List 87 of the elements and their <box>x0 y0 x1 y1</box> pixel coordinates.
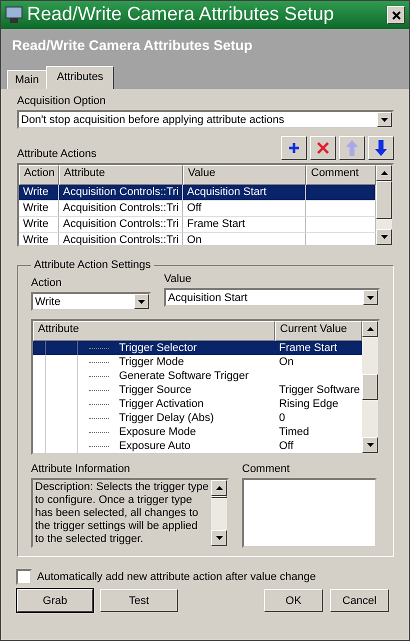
field-label: Action <box>31 277 63 289</box>
toolbar-button[interactable] <box>281 136 307 160</box>
tree-row[interactable]: Generate Software Trigger <box>33 369 362 383</box>
table-row[interactable]: Write Acquisition Controls::Tri Frame Start <box>19 217 376 233</box>
table-cell: Write <box>23 186 48 198</box>
tree-item-value: Timed <box>279 426 310 438</box>
dialog-button[interactable]: OK <box>264 589 323 612</box>
dialog-button[interactable]: Grab <box>17 589 93 612</box>
tree-row[interactable]: Trigger Activation Rising Edge <box>33 397 362 411</box>
dialog-button[interactable]: Test <box>100 589 178 612</box>
tree-item-value: Off <box>279 440 294 452</box>
tree-item-label: Trigger Source <box>119 383 192 397</box>
tree-item-label: Exposure Mode <box>119 425 196 439</box>
action-dropdown[interactable]: Write <box>31 292 151 311</box>
table-row[interactable]: Write Acquisition Controls::Tri Acquisition Start <box>19 185 376 201</box>
tree-row[interactable]: Trigger Source Trigger Software <box>33 383 362 397</box>
caret-icon <box>367 296 374 300</box>
caret-icon <box>138 300 145 304</box>
table-cell: Write <box>23 234 48 245</box>
caret-icon <box>366 327 374 331</box>
close-button[interactable] <box>387 6 405 24</box>
tree-row[interactable]: Exposure Mode Timed <box>33 425 362 439</box>
tree-item-value: 0 <box>279 412 286 424</box>
header-title: Read/Write Camera Attributes Setup <box>12 37 254 53</box>
scrollbar[interactable] <box>362 321 378 453</box>
table-cell: Write <box>23 218 48 230</box>
auto-add-checkbox[interactable]: Automatically add new attribute action after value change <box>16 569 394 585</box>
table-cell: Acquisition Start <box>187 186 266 198</box>
tree-row[interactable]: Trigger Mode On <box>33 355 362 369</box>
table-cell: Write <box>23 202 48 214</box>
arrow-up-icon <box>346 140 358 156</box>
tree-item-value: Trigger Software <box>279 384 360 396</box>
column-header[interactable]: Attribute <box>33 321 275 341</box>
delete-icon <box>316 141 330 155</box>
table-row[interactable]: Write Acquisition Controls::Tri Off <box>19 201 376 217</box>
column-header[interactable]: Attribute <box>59 165 183 185</box>
caret-icon <box>216 486 222 490</box>
tree-row[interactable]: Trigger Selector Frame Start <box>33 341 362 355</box>
tree-item-value: Frame Start <box>279 342 338 354</box>
field-label: Comment <box>242 463 291 475</box>
acquisition-option-dropdown[interactable]: Don't stop acquisition before applying attribute actions <box>17 110 394 129</box>
caret-icon <box>216 536 222 540</box>
tree-item-label: Generate Software Trigger <box>119 369 249 383</box>
table-cell: Off <box>187 202 202 214</box>
section-label: Attribute Actions <box>17 148 96 160</box>
plus-icon <box>288 142 300 154</box>
table-cell: Acquisition Controls::Tri <box>63 218 179 230</box>
tree-item-value: On <box>279 356 294 368</box>
toolbar-button[interactable] <box>368 136 394 160</box>
toolbar-button[interactable] <box>310 136 336 160</box>
caret-icon <box>380 171 388 175</box>
checkbox-label: Automatically add new attribute action after value change <box>37 571 316 583</box>
tree-item-label: Trigger Mode <box>119 355 184 369</box>
group-title: Attribute Action Settings <box>33 259 152 271</box>
scrollbar[interactable] <box>376 165 392 245</box>
column-header[interactable]: Current Value <box>275 321 362 341</box>
dialog-button[interactable]: Cancel <box>330 589 389 612</box>
tree-item-label: Exposure Auto <box>119 439 191 453</box>
tree-row[interactable]: Exposure Auto Off <box>33 439 362 453</box>
tree-item-label: Trigger Delay (Abs) <box>119 411 214 425</box>
comment-field[interactable] <box>242 478 377 548</box>
field-label: Acquisition Option <box>17 95 107 107</box>
tab[interactable]: Attributes <box>46 66 114 89</box>
caret-icon <box>381 118 388 122</box>
scrollbar[interactable] <box>211 480 227 546</box>
description-text: Description: Selects the trigger type to configure. Once a trigger type has been selected, all changes to the trigger settings will be applied to the selected trigger. <box>34 480 210 546</box>
value-dropdown[interactable]: Acquisition Start <box>164 288 380 307</box>
tree-row[interactable]: Trigger Delay (Abs) 0 <box>33 411 362 425</box>
table-cell: Frame Start <box>187 218 246 230</box>
close-icon <box>392 10 400 20</box>
table-cell: Acquisition Controls::Tri <box>63 186 179 198</box>
table-cell: Acquisition Controls::Tri <box>63 202 179 214</box>
tab[interactable]: Main <box>7 70 47 89</box>
field-label: Value <box>164 273 192 285</box>
column-header[interactable]: Value <box>183 165 306 185</box>
window-title: Read/Write Camera Attributes Setup <box>27 4 335 26</box>
table-cell: On <box>187 234 202 245</box>
table-cell: Acquisition Controls::Tri <box>63 234 179 245</box>
tree-item-label: Trigger Activation <box>119 397 204 411</box>
arrow-down-icon <box>375 140 387 156</box>
caret-icon <box>366 443 374 447</box>
caret-icon <box>380 235 388 239</box>
tree-item-label: Trigger Selector <box>119 341 197 355</box>
column-header[interactable]: Action <box>19 165 59 185</box>
tree-item-value: Rising Edge <box>279 398 338 410</box>
field-label: Attribute Information <box>31 463 132 475</box>
column-header[interactable]: Comment <box>306 165 376 185</box>
